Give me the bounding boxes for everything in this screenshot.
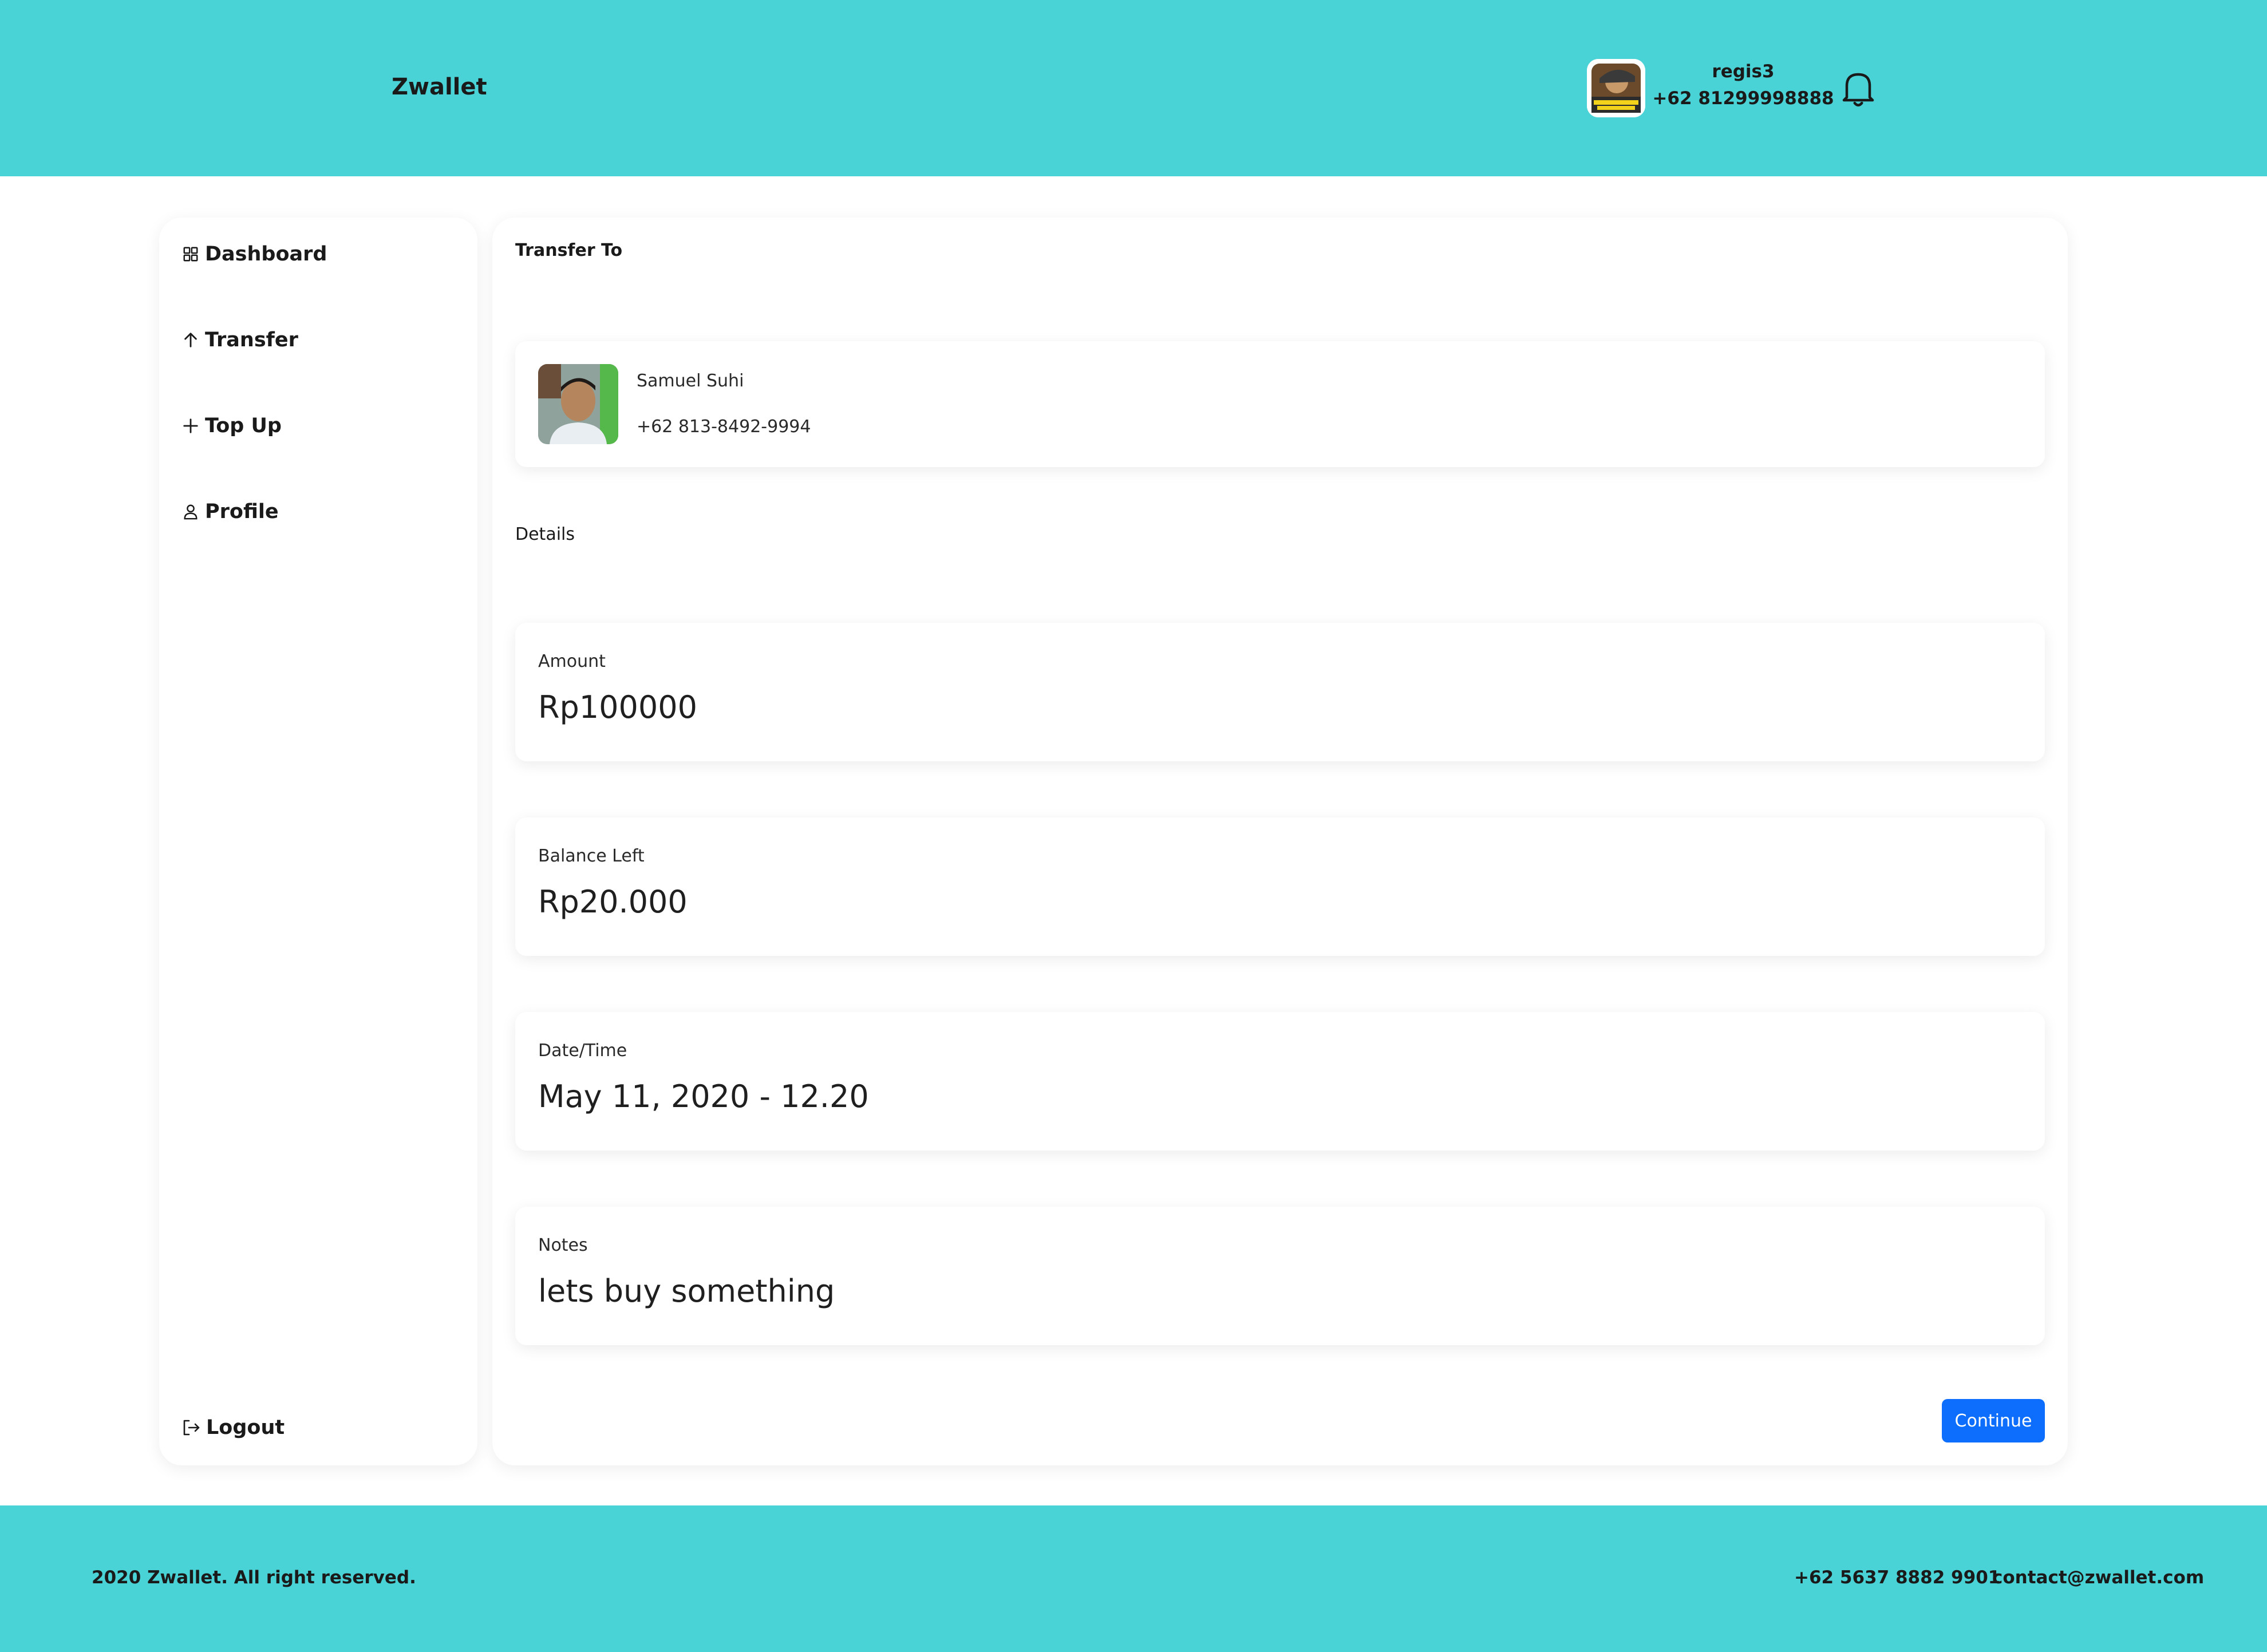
sidebar-item-label: Top Up — [205, 414, 282, 437]
user-icon — [184, 504, 198, 520]
sidebar-item-label: Dashboard — [205, 243, 327, 266]
sidebar-item-transfer[interactable]: Transfer — [182, 323, 298, 357]
grid-icon — [183, 247, 198, 262]
footer-phone[interactable]: +62 5637 8882 9901 — [1794, 1567, 2000, 1588]
datetime-value: May 11, 2020 - 12.20 — [538, 1078, 869, 1114]
sidebar-item-label: Profile — [205, 500, 279, 523]
balance-left-card: Balance Left Rp20.000 — [515, 817, 2045, 956]
sidebar — [159, 218, 477, 1465]
balance-left-value: Rp20.000 — [538, 884, 688, 920]
sidebar-item-label: Logout — [206, 1416, 285, 1439]
sidebar-item-top-up[interactable]: Top Up — [182, 409, 282, 443]
datetime-card: Date/Time May 11, 2020 - 12.20 — [515, 1012, 2045, 1151]
user-phone: +62 81299998888 — [1652, 88, 1834, 109]
footer-email[interactable]: contact@zwallet.com — [1992, 1567, 2204, 1588]
footer: 2020 Zwallet. All right reserved. +62 56… — [0, 1505, 2267, 1652]
notes-value: lets buy something — [538, 1273, 835, 1309]
balance-left-label: Balance Left — [538, 846, 645, 866]
sidebar-item-dashboard[interactable]: Dashboard — [182, 237, 327, 271]
details-heading: Details — [515, 524, 575, 544]
user-info[interactable]: regis3 +62 81299998888 — [1649, 60, 1838, 113]
recipient-card: Samuel Suhi +62 813-8492-9994 — [515, 341, 2045, 467]
sidebar-item-logout[interactable]: Logout — [182, 1410, 285, 1445]
notes-card: Notes lets buy something — [515, 1207, 2045, 1345]
recipient-avatar — [538, 364, 618, 444]
recipient-name: Samuel Suhi — [637, 371, 744, 391]
amount-value: Rp100000 — [538, 689, 697, 725]
amount-card: Amount Rp100000 — [515, 623, 2045, 761]
plus-icon — [183, 418, 198, 433]
bell-icon[interactable] — [1841, 69, 1876, 109]
copyright-text: 2020 Zwallet. All right reserved. — [92, 1567, 416, 1588]
user-avatar[interactable] — [1587, 59, 1645, 117]
sidebar-item-label: Transfer — [205, 329, 298, 351]
sidebar-item-profile[interactable]: Profile — [182, 495, 279, 529]
brand-logo-text[interactable]: Zwallet — [392, 71, 487, 103]
continue-button[interactable]: Continue — [1942, 1399, 2045, 1442]
recipient-phone: +62 813-8492-9994 — [637, 417, 811, 437]
notes-label: Notes — [538, 1235, 588, 1255]
user-name: regis3 — [1712, 61, 1775, 82]
transfer-confirmation-panel: Transfer To Samuel Suhi +62 813-8492-999… — [492, 218, 2068, 1465]
transfer-to-heading: Transfer To — [515, 240, 623, 260]
amount-label: Amount — [538, 651, 606, 671]
top-header: Zwallet regis3 +62 81299998888 — [0, 0, 2267, 176]
arrow-up-icon — [184, 333, 197, 347]
logout-icon — [183, 1420, 200, 1436]
datetime-label: Date/Time — [538, 1041, 627, 1061]
